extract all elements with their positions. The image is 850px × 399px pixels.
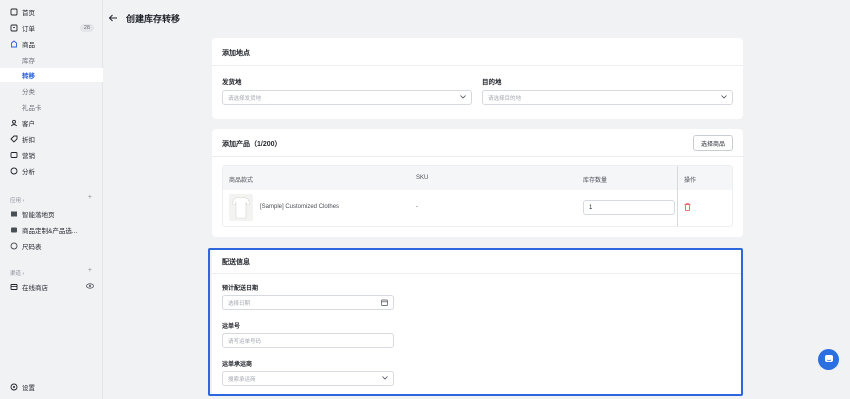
sidebar-item-online-store[interactable]: 在线商店 — [0, 280, 103, 294]
sidebar-item-label: 营销 — [22, 153, 35, 160]
table-header — [223, 166, 732, 190]
sidebar: 首页 订单 28 商品 库存 转移 分类 礼品卡 客户 折扣 营销 分析 应用 … — [0, 0, 103, 399]
carrier-label: 运单承运商 — [222, 362, 253, 368]
sidebar-item-label: 折扣 — [22, 137, 35, 144]
eye-icon[interactable] — [86, 283, 94, 291]
sidebar-item-size-chart[interactable]: 尺码表 — [0, 239, 103, 253]
delete-icon[interactable] — [684, 203, 691, 213]
sidebar-item-marketing[interactable]: 营销 — [0, 148, 103, 162]
back-arrow-icon[interactable] — [108, 14, 118, 24]
marketing-icon — [10, 151, 18, 159]
chevron-down-icon — [460, 95, 466, 101]
carrier-placeholder: 搜索承运商 — [228, 376, 256, 383]
select-products-button[interactable]: 选择商品 — [693, 135, 733, 151]
sidebar-item-categories[interactable]: 分类 — [0, 84, 103, 98]
tracking-number-placeholder: 请写运单号码 — [228, 338, 262, 345]
divider — [212, 156, 743, 157]
chat-icon — [824, 354, 834, 366]
delivery-date-label: 预计配送日期 — [222, 286, 259, 292]
calendar-icon — [381, 299, 388, 308]
customization-icon — [10, 226, 18, 234]
sidebar-item-settings[interactable]: 设置 — [0, 380, 103, 394]
sidebar-item-analytics[interactable]: 分析 — [0, 164, 103, 178]
tracking-number-input[interactable]: 请写运单号码 — [222, 333, 394, 348]
sidebar-item-label: 客户 — [22, 121, 35, 128]
column-header-sku: SKU — [416, 175, 429, 181]
origin-placeholder: 请选择发货地 — [228, 95, 262, 102]
sidebar-item-label: 商品定制&产品选... — [22, 228, 78, 235]
sidebar-item-inventory[interactable]: 库存 — [0, 53, 103, 67]
sidebar-item-transfers[interactable]: 转移 — [0, 68, 103, 82]
sidebar-item-discounts[interactable]: 折扣 — [0, 132, 103, 146]
sidebar-item-label: 设置 — [22, 385, 35, 392]
add-channel-icon[interactable]: + — [88, 267, 92, 274]
sidebar-item-label: 分析 — [22, 169, 35, 176]
column-header-variant: 商品款式 — [229, 178, 254, 184]
customer-icon — [10, 119, 18, 127]
landing-page-icon — [10, 210, 18, 218]
sidebar-item-label: 在线商店 — [22, 285, 48, 292]
sidebar-item-landing-page[interactable]: 智能落地页 — [0, 207, 103, 221]
quantity-input[interactable]: 1 — [583, 200, 675, 215]
delivery-date-placeholder: 选择日期 — [228, 300, 251, 307]
carrier-select[interactable]: 搜索承运商 — [222, 371, 394, 386]
sidebar-item-label: 订单 — [22, 26, 35, 33]
products-card: 添加产品（1/200） 选择商品 商品款式 SKU 库存数量 操作 [Sampl… — [212, 129, 743, 237]
page-title: 创建库存转移 — [126, 14, 181, 24]
analytics-icon — [10, 167, 18, 175]
home-icon — [10, 8, 18, 16]
apps-section-label[interactable]: 应用 › — [10, 196, 24, 204]
column-header-quantity: 库存数量 — [583, 178, 608, 184]
chevron-down-icon — [382, 376, 388, 382]
sidebar-item-label: 分类 — [22, 89, 35, 96]
product-icon — [10, 40, 18, 48]
chat-button[interactable] — [818, 349, 839, 370]
discount-icon — [10, 135, 18, 143]
location-card: 添加地点 发货地 请选择发货地 目的地 请选择目的地 — [212, 38, 743, 119]
sidebar-item-gift-cards[interactable]: 礼品卡 — [0, 100, 103, 114]
product-name[interactable]: [Sample] Customized Clothes — [260, 204, 339, 210]
sidebar-item-orders[interactable]: 订单 28 — [0, 21, 103, 35]
channels-section-label[interactable]: 渠道 › — [10, 269, 24, 277]
divider — [212, 65, 743, 66]
add-app-icon[interactable]: + — [88, 194, 92, 201]
shipping-card-title: 配送信息 — [222, 259, 250, 266]
sidebar-item-products[interactable]: 商品 — [0, 37, 103, 51]
sidebar-item-home[interactable]: 首页 — [0, 5, 103, 19]
tracking-number-label: 运单号 — [222, 324, 241, 330]
products-table: 商品款式 SKU 库存数量 操作 [Sample] Customized Clo… — [222, 165, 733, 227]
product-thumbnail — [229, 194, 253, 221]
sidebar-item-label: 库存 — [22, 58, 35, 65]
sidebar-item-label: 智能落地页 — [22, 212, 55, 219]
origin-label: 发货地 — [222, 79, 242, 86]
order-count-badge: 28 — [79, 24, 94, 32]
shipping-card: 配送信息 预计配送日期 选择日期 运单号 请写运单号码 运单承运商 搜索承运商 — [212, 249, 743, 396]
orders-icon — [10, 24, 18, 32]
destination-placeholder: 请选择目的地 — [488, 95, 522, 102]
sidebar-item-label: 商品 — [22, 42, 35, 49]
product-sku: - — [416, 204, 418, 210]
destination-select[interactable]: 请选择目的地 — [482, 90, 733, 105]
sidebar-item-customization[interactable]: 商品定制&产品选... — [0, 223, 103, 237]
divider — [212, 273, 743, 274]
size-chart-icon — [10, 242, 18, 250]
location-card-title: 添加地点 — [222, 50, 250, 57]
sidebar-item-label: 首页 — [22, 10, 35, 17]
table-row: [Sample] Customized Clothes - 1 — [223, 190, 732, 226]
chevron-down-icon — [721, 95, 727, 101]
sidebar-item-customers[interactable]: 客户 — [0, 116, 103, 130]
sidebar-item-label: 转移 — [22, 73, 35, 80]
destination-label: 目的地 — [482, 79, 502, 86]
origin-select[interactable]: 请选择发货地 — [222, 90, 472, 105]
products-card-title: 添加产品（1/200） — [222, 141, 282, 148]
delivery-date-picker[interactable]: 选择日期 — [222, 295, 394, 310]
sidebar-item-label: 尺码表 — [22, 244, 42, 251]
page-header: 创建库存转移 — [108, 12, 180, 25]
store-icon — [10, 283, 18, 291]
column-header-actions: 操作 — [684, 178, 697, 184]
sidebar-item-label: 礼品卡 — [22, 105, 42, 112]
gear-icon — [10, 383, 18, 391]
